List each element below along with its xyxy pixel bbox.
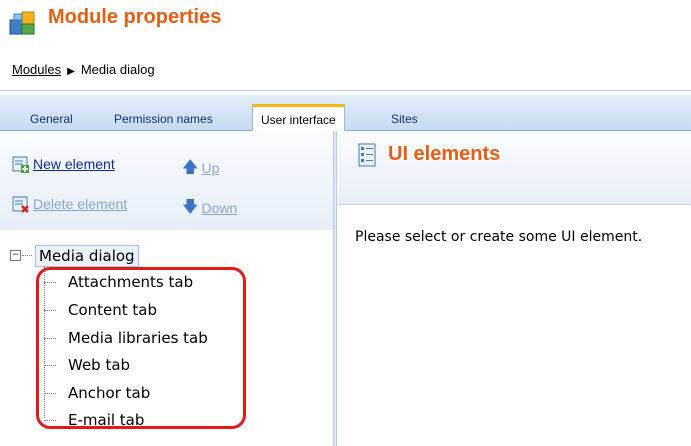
move-down-button[interactable]: 🡇 Down — [182, 196, 237, 223]
tab-user-interface[interactable]: User interface — [252, 104, 345, 134]
breadcrumb-link-modules[interactable]: Modules — [12, 62, 61, 77]
ui-elements-tree-pane: New element 🡅 Up Delete element 🡇 Down − M… — [0, 131, 333, 446]
tree-connector — [22, 255, 32, 256]
module-blocks-icon — [9, 11, 35, 35]
tab-sites[interactable]: Sites — [383, 109, 426, 129]
tree-item-email-tab[interactable]: E-mail tab — [44, 409, 144, 431]
tree-item-media-libraries-tab[interactable]: Media libraries tab — [44, 327, 208, 349]
document-list-icon — [358, 143, 376, 167]
new-element-button[interactable]: New element — [12, 156, 115, 174]
delete-element-button[interactable]: Delete element — [12, 196, 127, 214]
tree-toolbar: New element 🡅 Up Delete element 🡇 Down — [0, 131, 333, 230]
ui-elements-header: UI elements — [338, 131, 691, 205]
breadcrumb: Modules ▶ Media dialog — [12, 62, 155, 77]
tree-item-anchor-tab[interactable]: Anchor tab — [44, 382, 150, 404]
breadcrumb-current: Media dialog — [80, 62, 155, 77]
arrow-up-icon: 🡅 — [182, 159, 199, 176]
delete-element-icon — [12, 196, 29, 214]
arrow-down-icon: 🡇 — [182, 199, 199, 216]
breadcrumb-arrow-icon: ▶ — [67, 66, 75, 77]
page-title: Module properties — [48, 6, 222, 28]
tab-general[interactable]: General — [22, 109, 81, 129]
tree-item-content-tab[interactable]: Content tab — [44, 299, 157, 321]
page-header: Module properties — [0, 0, 691, 45]
tab-permission-names[interactable]: Permission names — [106, 109, 221, 129]
new-element-icon — [12, 156, 29, 174]
breadcrumb-divider — [0, 90, 691, 91]
move-up-button[interactable]: 🡅 Up — [182, 156, 219, 183]
tree-root-media-dialog[interactable]: Media dialog — [35, 245, 139, 267]
tree-item-attachments-tab[interactable]: Attachments tab — [44, 271, 193, 293]
tab-bar: General Permission names User interface … — [0, 95, 691, 134]
empty-state-message: Please select or create some UI element. — [355, 229, 643, 245]
pane-splitter[interactable] — [333, 131, 337, 446]
tree-item-web-tab[interactable]: Web tab — [44, 354, 130, 376]
ui-elements-title: UI elements — [388, 143, 501, 165]
collapse-toggle-icon[interactable]: − — [10, 250, 21, 261]
